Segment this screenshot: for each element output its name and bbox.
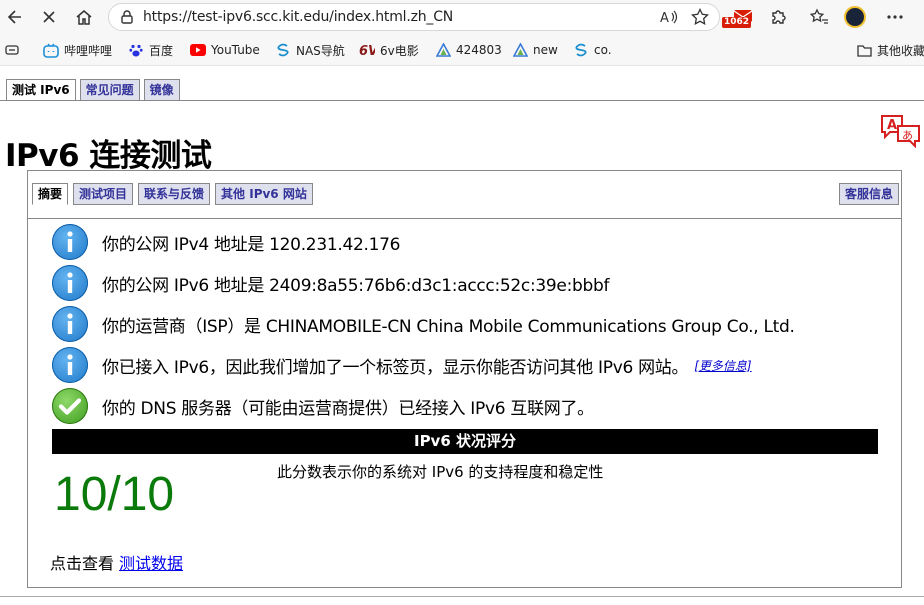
bottom-divider [0,596,924,597]
bookmark-baidu[interactable]: 百度 [128,42,173,58]
bookmarks-bar: 哔哩哔哩 百度 YouTube NAS导航 6V 6v电影 424803 ne [0,34,924,66]
tab-mirrors[interactable]: 镜像 [143,79,180,101]
tab-other-ipv6-sites[interactable]: 其他 IPv6 网站 [215,183,313,205]
bookmark-bilibili[interactable]: 哔哩哔哩 [43,42,112,58]
bookmark-label: YouTube [211,43,260,57]
bookmark-label: new [533,43,558,57]
mail-count-badge: 1062 [722,17,752,28]
score-value: 10/10 [54,468,175,521]
url-text[interactable]: https://test-ipv6.scc.kit.edu/index.html… [143,9,453,25]
message-text: 你的公网 IPv4 地址是 120.231.42.176 [102,234,401,255]
translate-icon[interactable]: A あ [880,114,922,153]
bookmark-youtube[interactable]: YouTube [190,42,260,58]
tab-summary[interactable]: 摘要 [32,183,69,205]
bookmark-6v[interactable]: 6V 6v电影 [359,42,419,58]
svg-text:A: A [660,11,669,26]
message-isp: 你的运营商（ISP）是 CHINAMOBILE-CN China Mobile … [52,306,795,342]
browser-toolbar: https://test-ipv6.scc.kit.edu/index.html… [0,0,924,34]
tab-help-desk[interactable]: 客服信息 [839,183,900,205]
bookmark-label: 6v电影 [380,43,419,58]
info-icon [52,224,88,260]
svg-text:あ: あ [902,129,913,142]
favorites-list-icon [809,8,828,24]
home-button[interactable] [71,4,97,30]
bookmark-co[interactable]: co. [573,42,612,58]
view-data-prefix: 点击查看 [50,554,115,573]
page-title: IPv6 连接测试 [5,138,212,174]
bookmark-collections[interactable] [4,42,25,58]
folder-icon [856,42,872,58]
extensions-button[interactable] [766,4,792,30]
tab-contact[interactable]: 联系与反馈 [138,183,211,205]
bilibili-icon [43,42,59,58]
checkmark-icon [52,388,88,424]
profile-button[interactable] [842,4,868,30]
tab-test-ipv6[interactable]: 测试 IPv6 [6,79,76,101]
bookmark-424803[interactable]: 424803 [435,42,502,58]
info-icon [52,347,88,383]
more-info-link[interactable]: [更多信息] [694,357,751,374]
message-ipv6: 你的公网 IPv6 地址是 2409:8a55:76b6:d3c1:accc:5… [52,265,609,301]
message-text: 你的 DNS 服务器（可能由运营商提供）已经接入 IPv6 互联网了。 [102,398,594,419]
other-favorites-folder[interactable]: 其他收藏 [856,42,924,58]
favorite-star-icon[interactable] [691,7,709,31]
address-bar[interactable]: https://test-ipv6.scc.kit.edu/index.html… [108,3,720,31]
message-ipv6-tab: 你已接入 IPv6，因此我们增加了一个标签页，显示你能否访问其他 IPv6 网站… [52,347,752,383]
message-text: 你的公网 IPv6 地址是 2409:8a55:76b6:d3c1:accc:5… [102,275,610,296]
s-logo-icon [275,42,291,58]
triangle-logo-icon [435,42,451,58]
avatar [844,6,866,28]
message-text: 你的运营商（ISP）是 CHINAMOBILE-CN China Mobile … [102,316,795,337]
back-arrow-icon [7,10,21,24]
message-ipv4: 你的公网 IPv4 地址是 120.231.42.176 [52,224,400,260]
baidu-paw-icon [128,42,144,58]
close-icon [43,11,55,23]
back-button[interactable] [2,4,28,30]
6v-logo-icon: 6V [359,42,375,58]
info-icon [52,265,88,301]
lock-icon[interactable] [119,9,135,30]
info-icon [52,306,88,342]
bookmark-label: 424803 [456,43,502,57]
triangle-logo-icon [512,42,528,58]
sub-tabs: 摘要 测试项目 联系与反馈 其他 IPv6 网站 [32,183,313,205]
bookmark-label: 百度 [149,43,174,58]
score-description: 此分数表示你的系统对 IPv6 的支持程度和稳定性 [277,463,604,481]
puzzle-icon [772,10,786,24]
stop-button[interactable] [36,4,62,30]
favorites-button[interactable] [806,4,832,30]
svg-text:A: A [887,118,897,133]
tab-faq[interactable]: 常见问题 [79,79,140,101]
bookmark-nas[interactable]: NAS导航 [275,42,345,58]
other-favorites-label: 其他收藏 [877,43,924,58]
s-logo-icon [573,42,589,58]
more-menu-button[interactable] [882,4,908,30]
youtube-icon [190,42,206,58]
more-dots-icon [887,15,903,19]
score-header: IPv6 状况评分 [52,429,878,454]
message-text: 你已接入 IPv6，因此我们增加了一个标签页，显示你能否访问其他 IPv6 网站… [102,357,689,378]
tab-tests-run[interactable]: 测试项目 [73,183,134,205]
panel-divider [28,218,901,219]
svg-text:6V: 6V [359,44,375,57]
view-test-data: 点击查看 测试数据 [50,550,183,574]
bookmark-label: co. [594,43,612,57]
mail-extension-button[interactable]: 1062 [722,4,756,30]
bookmark-label: 哔哩哔哩 [64,43,113,58]
collections-icon [4,42,20,58]
message-dns: 你的 DNS 服务器（可能由运营商提供）已经接入 IPv6 互联网了。 [52,388,594,424]
test-data-link[interactable]: 测试数据 [119,554,183,573]
home-icon [76,10,92,25]
top-tabs: 测试 IPv6 常见问题 镜像 [6,79,180,101]
tabs-divider [0,100,924,101]
bookmark-label: NAS导航 [296,43,345,58]
summary-panel: 摘要 测试项目 联系与反馈 其他 IPv6 网站 客服信息 你的公网 IPv4 … [27,170,902,588]
read-aloud-icon[interactable]: A [659,8,679,31]
bookmark-new[interactable]: new [512,42,558,58]
